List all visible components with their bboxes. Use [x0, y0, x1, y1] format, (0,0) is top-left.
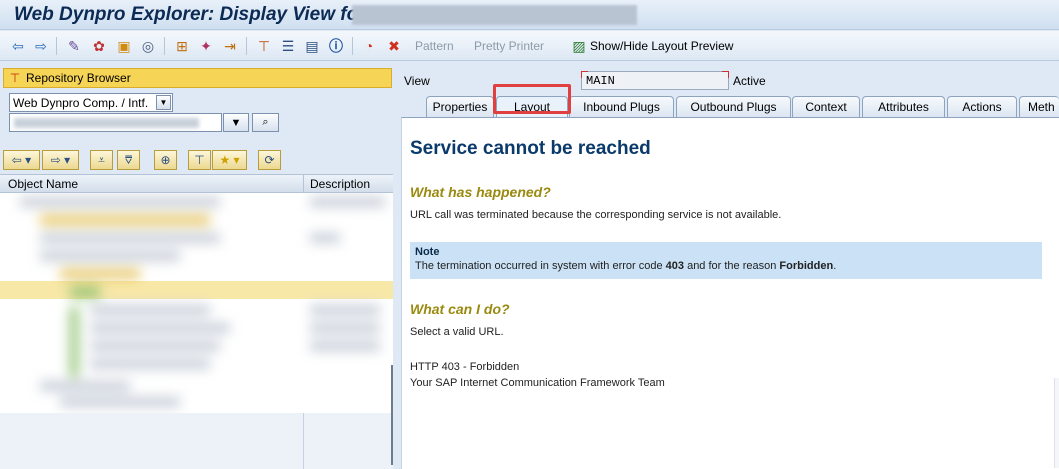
error-page: Service cannot be reached What has happe… [410, 138, 1047, 391]
view-editor-pane: View MAIN Active Properties Layout Inbou… [396, 62, 1059, 469]
what-happened-heading: What has happened? [410, 184, 551, 200]
previous-object-button[interactable]: ⇦ ▾ [3, 150, 40, 170]
tab-actions[interactable]: Actions [947, 96, 1017, 117]
tab-properties[interactable]: Properties [426, 96, 494, 117]
refresh-button[interactable]: ⟳ [258, 150, 281, 170]
expand-button[interactable]: ⩢ [117, 150, 140, 170]
delete-icon[interactable]: ✖ [385, 37, 403, 55]
layout-preview-frame: Service cannot be reached What has happe… [401, 117, 1059, 469]
pie-icon[interactable]: ◔ [360, 37, 378, 55]
layout-tab-highlight [493, 84, 571, 114]
tab-attributes[interactable]: Attributes [862, 96, 945, 117]
note-text-part: . [833, 260, 837, 272]
column-description[interactable]: Description [310, 177, 370, 191]
tab-methods[interactable]: Meth [1019, 96, 1059, 117]
object-tree-header: Object Name Description [0, 174, 393, 194]
http-status-line: HTTP 403 - Forbidden [410, 361, 520, 373]
pattern-button[interactable]: Pattern [415, 39, 454, 53]
stack-icon[interactable]: ☰ [279, 37, 297, 55]
tab-context[interactable]: Context [792, 96, 860, 117]
star-icon: ★ ▾ [219, 153, 240, 167]
hierarchy-icon: ⊤ [194, 153, 205, 167]
favorites-button[interactable]: ★ ▾ [212, 150, 247, 170]
chevron-down-icon[interactable]: ▼ [156, 95, 171, 110]
redacted-view-name [352, 5, 637, 25]
view-label: View [404, 74, 430, 88]
note-text-part: and for the reason [684, 260, 780, 272]
forward-arrow-icon[interactable]: ⇨ [32, 37, 50, 55]
repository-browser-header[interactable]: ⊤ Repository Browser [3, 68, 392, 88]
hierarchy-button[interactable]: ⊤ [188, 150, 211, 170]
hierarchy-icon: ⊤ [9, 71, 21, 85]
layout-preview-icon[interactable]: ▨ [570, 37, 588, 55]
column-divider [303, 413, 304, 469]
dropdown-button[interactable]: ▼ [223, 113, 249, 132]
window-title: Web Dynpro Explorer: Display View for [14, 4, 366, 25]
object-list-icon[interactable]: ⊞ [173, 37, 191, 55]
next-object-button[interactable]: ⇨ ▾ [42, 150, 79, 170]
forward-arrow-icon: ⇨ ▾ [50, 153, 71, 167]
binoculars-icon: ⊕ [160, 153, 171, 167]
tab-outbound-plugs[interactable]: Outbound Plugs [676, 96, 791, 117]
note-box: Note The termination occurred in system … [410, 242, 1042, 279]
info-icon[interactable]: ⓘ [327, 37, 345, 55]
column-divider[interactable] [303, 175, 304, 194]
display-button[interactable]: ⌕ [252, 113, 279, 132]
redacted-tree-content [0, 193, 393, 413]
where-used-icon[interactable]: ◎ [139, 37, 157, 55]
collapse-icon: ⩡ [98, 152, 105, 167]
find-button[interactable]: ⊕ [154, 150, 177, 170]
display-change-icon[interactable]: ✿ [90, 37, 108, 55]
title-bar: Web Dynpro Explorer: Display View for [0, 0, 1059, 30]
show-hide-layout-preview-button[interactable]: Show/Hide Layout Preview [590, 39, 733, 53]
refresh-icon: ⟳ [264, 153, 275, 167]
repository-browser-title: Repository Browser [26, 71, 131, 85]
toolbar-separator [164, 37, 165, 55]
note-text: The termination occurred in system with … [415, 259, 1037, 274]
tree-empty-area [0, 413, 393, 469]
application-toolbar: ⇦ ⇨ ✎ ✿ ▣ ◎ ⊞ ✦ ⇥ ⊤ ☰ ▤ ⓘ ◔ ✖ Pattern Pr… [0, 31, 1059, 61]
object-tree[interactable] [0, 193, 393, 469]
repository-browser-pane: ⊤ Repository Browser Web Dynpro Comp. / … [0, 62, 393, 469]
vertical-scrollbar[interactable] [1054, 378, 1059, 468]
redacted-object-name [14, 118, 199, 128]
what-can-i-do-heading: What can I do? [410, 301, 510, 317]
error-reason: Forbidden [779, 260, 834, 272]
chevron-down-icon: ▼ [230, 116, 242, 129]
other-object-icon[interactable]: ✎ [65, 37, 83, 55]
back-arrow-icon: ⇦ ▾ [11, 153, 32, 167]
view-name-field[interactable]: MAIN [581, 71, 729, 90]
pretty-printer-button[interactable]: Pretty Printer [474, 39, 544, 53]
test-icon[interactable]: ⇥ [221, 37, 239, 55]
toolbar-separator [246, 37, 247, 55]
pane-splitter[interactable] [391, 365, 393, 465]
error-title: Service cannot be reached [410, 138, 651, 159]
object-type-select[interactable]: Web Dynpro Comp. / Intf. ▼ [9, 93, 173, 112]
object-type-value: Web Dynpro Comp. / Intf. [13, 95, 149, 110]
expand-icon: ⩢ [124, 152, 133, 167]
what-happened-text: URL call was terminated because the corr… [410, 209, 782, 221]
note-title: Note [415, 246, 440, 258]
hierarchy-icon[interactable]: ⊤ [255, 37, 273, 55]
tab-inbound-plugs[interactable]: Inbound Plugs [569, 96, 674, 117]
activate-icon[interactable]: ▣ [115, 37, 133, 55]
list-view-icon[interactable]: ▤ [303, 37, 321, 55]
glasses-icon: ⌕ [262, 116, 269, 128]
navigate-icon[interactable]: ✦ [197, 37, 215, 55]
column-object-name[interactable]: Object Name [8, 177, 78, 191]
toolbar-separator [56, 37, 57, 55]
team-signature: Your SAP Internet Communication Framewor… [410, 377, 665, 389]
toolbar-separator [352, 37, 353, 55]
collapse-button[interactable]: ⩡ [90, 150, 113, 170]
note-text-part: The termination occurred in system with … [415, 260, 666, 272]
what-can-i-do-text: Select a valid URL. [410, 326, 504, 338]
back-arrow-icon[interactable]: ⇦ [9, 37, 27, 55]
object-name-input[interactable] [9, 113, 222, 132]
error-code: 403 [665, 260, 685, 272]
view-status: Active [733, 74, 766, 88]
